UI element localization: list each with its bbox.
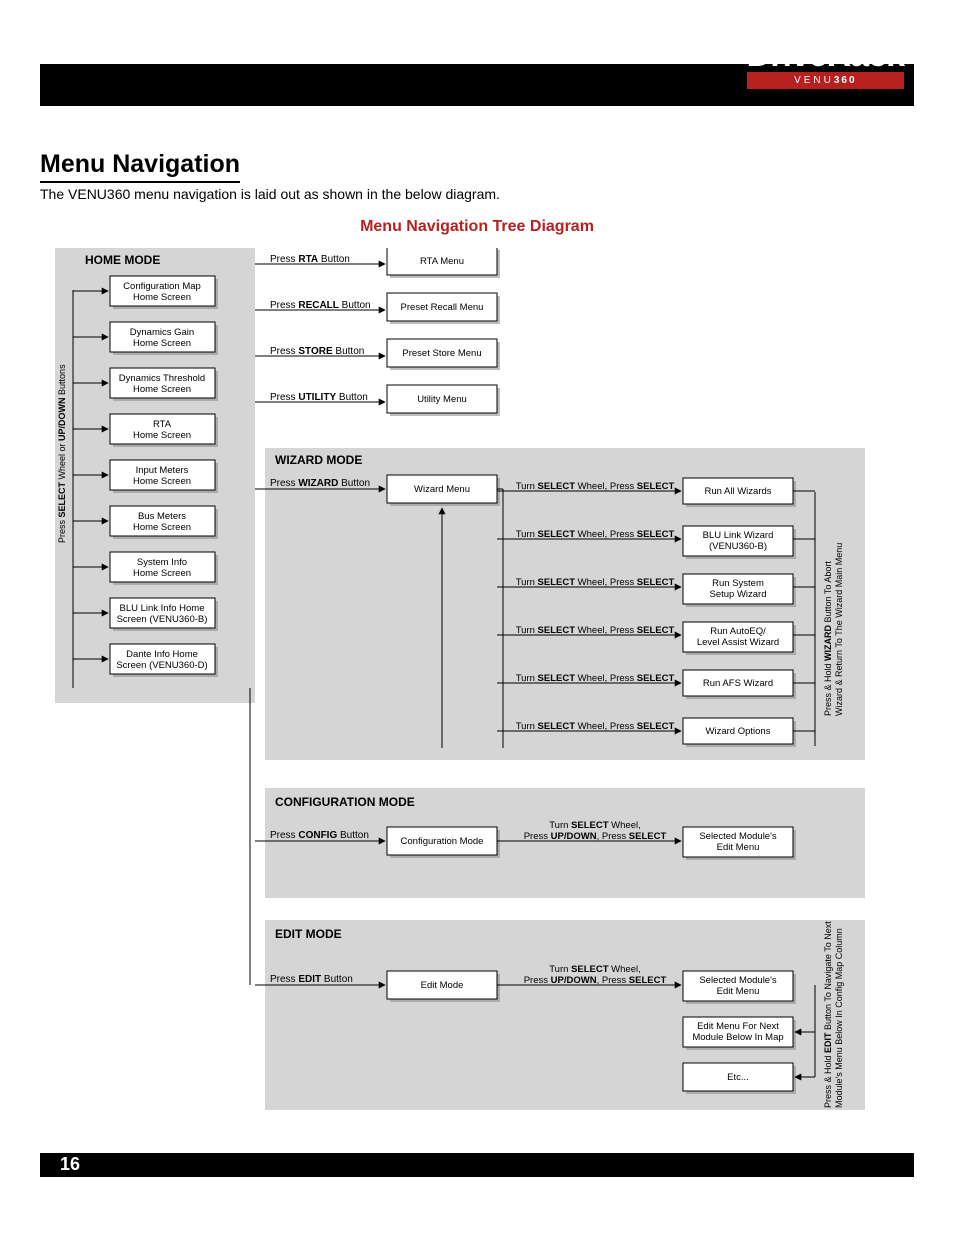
config-mode-title: CONFIGURATION MODE: [275, 795, 415, 809]
svg-text:Press SELECT Wheel or UP/DOWN: Press SELECT Wheel or UP/DOWN Buttons: [57, 364, 67, 543]
brand-name: DriveRack: [747, 40, 904, 70]
svg-text:Dante Info HomeScreen (VENU360: Dante Info HomeScreen (VENU360-D): [116, 649, 207, 671]
svg-text:System InfoHome Screen: System InfoHome Screen: [133, 557, 191, 579]
wizard-mode-title: WIZARD MODE: [275, 453, 362, 467]
svg-text:Preset Recall Menu: Preset Recall Menu: [401, 302, 484, 313]
svg-text:BLU Link Info HomeScreen (VENU: BLU Link Info HomeScreen (VENU360-B): [117, 603, 208, 625]
svg-text:RTA Menu: RTA Menu: [420, 256, 464, 267]
svg-text:Utility Menu: Utility Menu: [417, 394, 467, 405]
svg-text:Bus MetersHome Screen: Bus MetersHome Screen: [133, 511, 191, 533]
wizard-action-label: Turn SELECT Wheel, Press SELECT: [516, 577, 675, 588]
press-button-label: Press RECALL Button: [270, 300, 371, 311]
home-side-label: Press SELECT Wheel or UP/DOWN Buttons: [57, 364, 67, 543]
intro-text: The VENU360 menu navigation is laid out …: [40, 186, 500, 202]
wizard-menu-label: Wizard Menu: [414, 484, 470, 495]
svg-text:Run AFS Wizard: Run AFS Wizard: [703, 678, 773, 689]
brand-subtitle: VENU360: [747, 72, 904, 89]
edit-action-label: Turn SELECT Wheel,: [549, 964, 641, 975]
svg-text:Input MetersHome Screen: Input MetersHome Screen: [133, 465, 191, 487]
svg-text:Press UP/DOWN, Press SELECT: Press UP/DOWN, Press SELECT: [524, 831, 667, 842]
svg-text:Wizard Options: Wizard Options: [706, 726, 771, 737]
edit-menu-label: Edit Mode: [421, 980, 464, 991]
wizard-action-label: Turn SELECT Wheel, Press SELECT: [516, 721, 675, 732]
press-button-label: Press UTILITY Button: [270, 392, 368, 403]
svg-text:Wizard & Return To The Wizard: Wizard & Return To The Wizard Main Menu: [834, 543, 844, 716]
page-number: 16: [60, 1154, 80, 1175]
press-config-label: Press CONFIG Button: [270, 830, 369, 841]
wizard-action-label: Turn SELECT Wheel, Press SELECT: [516, 481, 675, 492]
edit-etc-label: Etc...: [727, 1072, 749, 1083]
wizard-action-label: Turn SELECT Wheel, Press SELECT: [516, 625, 675, 636]
svg-text:Press UP/DOWN, Press SELECT: Press UP/DOWN, Press SELECT: [524, 975, 667, 986]
svg-text:Run SystemSetup Wizard: Run SystemSetup Wizard: [709, 578, 766, 600]
svg-text:Dynamics GainHome Screen: Dynamics GainHome Screen: [130, 327, 194, 349]
svg-text:Preset Store Menu: Preset Store Menu: [402, 348, 481, 359]
config-action-label: Turn SELECT Wheel,: [549, 820, 641, 831]
press-wizard-label: Press WIZARD Button: [270, 478, 370, 489]
svg-text:BLU Link Wizard(VENU360-B): BLU Link Wizard(VENU360-B): [703, 530, 774, 552]
svg-text:Run All Wizards: Run All Wizards: [704, 486, 771, 497]
svg-text:Module's Menu Below In Config: Module's Menu Below In Config Map Column: [834, 928, 844, 1108]
home-mode-title: HOME MODE: [85, 253, 160, 267]
svg-text:Configuration MapHome Screen: Configuration MapHome Screen: [123, 281, 201, 303]
press-button-label: Press RTA Button: [270, 254, 350, 265]
wizard-action-label: Turn SELECT Wheel, Press SELECT: [516, 529, 675, 540]
wizard-side-label: Press & Hold WIZARD Button To Abort Wiza…: [823, 543, 844, 716]
svg-text:Press & Hold EDIT Button To Na: Press & Hold EDIT Button To Navigate To …: [823, 921, 833, 1108]
page: DriveRack VENU360 Menu Navigation The VE…: [0, 0, 954, 1235]
press-button-label: Press STORE Button: [270, 346, 364, 357]
wizard-action-label: Turn SELECT Wheel, Press SELECT: [516, 673, 675, 684]
svg-text:Press & Hold WIZARD Button To: Press & Hold WIZARD Button To Abort: [823, 561, 833, 716]
section-title: Menu Navigation: [40, 150, 240, 183]
tree-title: Menu Navigation Tree Diagram: [0, 218, 954, 236]
menu-tree-diagram: HOME MODE Press SELECT Wheel or UP/DOWN …: [55, 248, 895, 1128]
edit-mode-title: EDIT MODE: [275, 927, 342, 941]
config-menu-label: Configuration Mode: [401, 836, 484, 847]
brand-logo: DriveRack VENU360: [747, 40, 904, 89]
footer-bar: [40, 1153, 914, 1177]
edit-side-label: Press & Hold EDIT Button To Navigate To …: [823, 921, 844, 1108]
edit-next-label: Edit Menu For NextModule Below In Map: [692, 1021, 783, 1043]
press-edit-label: Press EDIT Button: [270, 974, 353, 985]
